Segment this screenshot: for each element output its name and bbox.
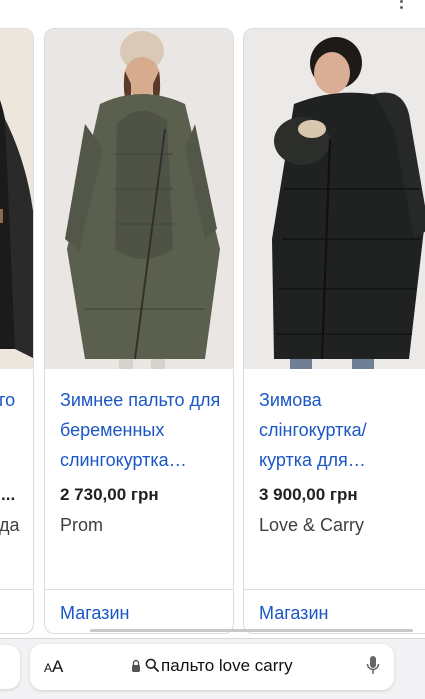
- product-title[interactable]: Зимова слінгокуртка/ куртка для…: [259, 385, 424, 475]
- microphone-icon[interactable]: [366, 655, 380, 677]
- product-price: 3 900,00 грн: [259, 485, 358, 504]
- product-image[interactable]: [0, 29, 33, 369]
- product-seller: да: [0, 515, 20, 535]
- product-title[interactable]: го: [0, 385, 33, 415]
- shopping-carousel[interactable]: го ... да Зимнее пальто для беременных с…: [0, 28, 425, 638]
- product-card[interactable]: го ... да: [0, 28, 34, 634]
- more-vert-icon[interactable]: [400, 0, 406, 10]
- top-bar: [0, 0, 425, 28]
- product-price: ...: [1, 485, 16, 504]
- product-title[interactable]: Зимнее пальто для беременных слингокуртк…: [60, 385, 225, 475]
- shop-link[interactable]: Магазин: [259, 603, 328, 624]
- black-coat-image: [0, 29, 33, 369]
- address-bar[interactable]: AA пальто love carry: [30, 644, 394, 690]
- product-price: 2 730,00 грн: [60, 485, 159, 504]
- horizontal-scrollbar[interactable]: [90, 629, 413, 632]
- product-card[interactable]: Зимнее пальто для беременных слингокуртк…: [44, 28, 234, 634]
- product-seller: Prom: [60, 515, 104, 535]
- card-divider: [45, 589, 233, 590]
- product-seller: Love & Carry: [259, 515, 365, 535]
- product-image[interactable]: [244, 29, 425, 369]
- shop-link[interactable]: Магазин: [60, 603, 129, 624]
- address-text[interactable]: пальто love carry: [161, 656, 293, 676]
- lock-icon: [132, 659, 140, 672]
- olive-coat-image: [45, 29, 233, 369]
- product-card[interactable]: Зимова слінгокуртка/ куртка для… 3 900,0…: [243, 28, 425, 634]
- card-divider: [244, 589, 425, 590]
- black-coat-image: [244, 29, 425, 369]
- card-divider: [0, 589, 33, 590]
- previous-tab-pill[interactable]: [0, 645, 20, 689]
- text-size-button[interactable]: AA: [44, 657, 63, 677]
- browser-toolbar: AA пальто love carry: [0, 638, 425, 699]
- search-icon: [145, 658, 159, 672]
- product-image[interactable]: [45, 29, 233, 369]
